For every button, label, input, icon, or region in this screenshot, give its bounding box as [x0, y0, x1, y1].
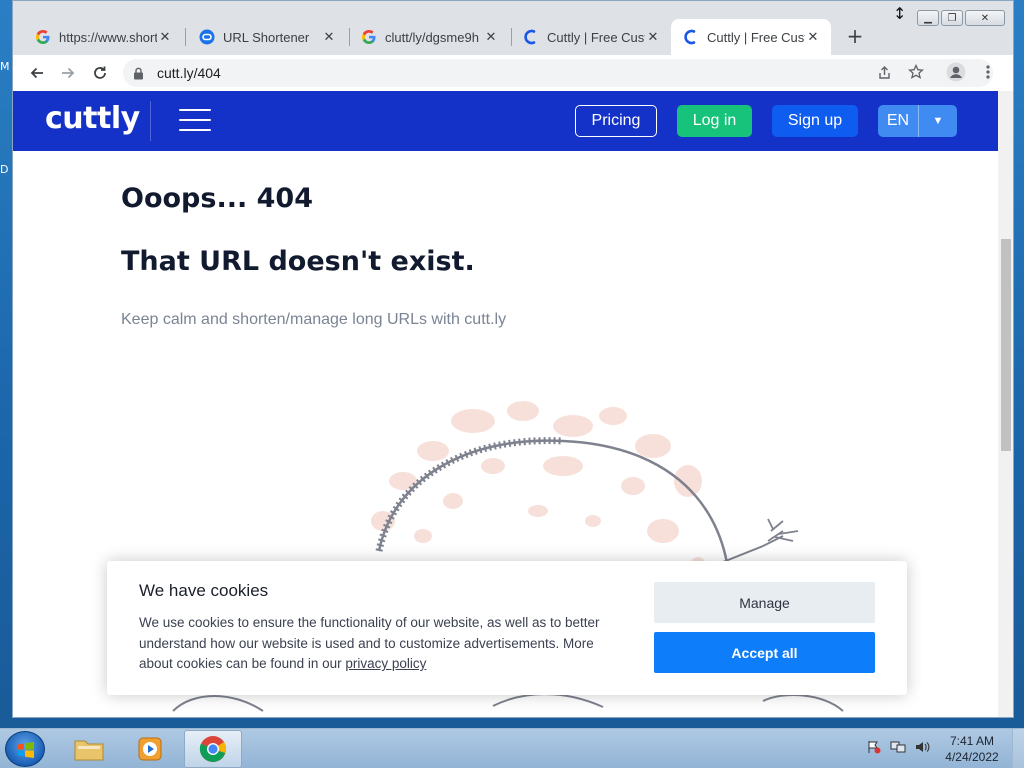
language-selector[interactable]: EN ▼ [878, 105, 957, 137]
tab-url-shortener[interactable]: URL Shortener ✕ [187, 19, 347, 55]
manage-cookies-button[interactable]: Manage [654, 582, 875, 623]
error-heading: Ooops... 404 [121, 183, 313, 214]
back-button[interactable] [25, 61, 49, 85]
back-arrow-icon [30, 67, 43, 79]
scrollbar-thumb[interactable] [1001, 239, 1011, 451]
profile-avatar-icon[interactable] [945, 61, 967, 83]
close-tab-icon[interactable]: ✕ [321, 30, 337, 45]
cuttly-icon [523, 29, 539, 45]
reload-icon [94, 66, 106, 79]
tab-separator [185, 28, 186, 46]
tab-title: Cuttly | Free Custo [707, 29, 805, 45]
close-window-button[interactable]: ✕ [965, 10, 1005, 26]
clock-date: 4/24/2022 [945, 750, 999, 764]
header-divider [150, 101, 151, 141]
close-tab-icon[interactable]: ✕ [483, 30, 499, 45]
error-subtext: Keep calm and shorten/manage long URLs w… [121, 311, 507, 328]
pricing-button[interactable]: Pricing [575, 105, 657, 137]
minimize-button[interactable]: ▁ [917, 10, 939, 26]
cookie-banner: We have cookies We use cookies to ensure… [107, 561, 907, 695]
close-tab-icon[interactable]: ✕ [805, 30, 821, 45]
chrome-icon [199, 736, 226, 762]
google-g-icon [35, 29, 51, 45]
accept-all-button[interactable]: Accept all [654, 632, 875, 673]
caret-down-icon[interactable]: ▼ [918, 105, 957, 137]
start-button[interactable] [5, 731, 45, 767]
media-player-icon [138, 737, 162, 761]
tab-title: URL Shortener [223, 29, 310, 45]
tab-title: clutt/ly/dgsme9h [385, 29, 479, 45]
resize-cursor-icon: ↕ [893, 4, 907, 23]
close-tab-icon[interactable]: ✕ [645, 30, 661, 45]
windows-logo-icon [18, 742, 34, 758]
site-header: cuttly Pricing Log in Sign up EN ▼ [13, 91, 998, 151]
folder-icon [74, 740, 104, 761]
tab-title: https://www.shorte [59, 29, 157, 45]
language-code: EN [886, 112, 910, 129]
tab-clutt-ly[interactable]: clutt/ly/dgsme9h ✕ [349, 19, 509, 55]
tab-google-shorte[interactable]: https://www.shorte ✕ [23, 19, 183, 55]
browser-window: https://www.shorte ✕ URL Shortener ✕ clu… [12, 0, 1014, 718]
volume-icon[interactable] [914, 739, 930, 755]
lock-icon[interactable] [133, 67, 147, 80]
tab-cuttly-active[interactable]: Cuttly | Free Custo ✕ [671, 19, 831, 55]
cuttly-logo[interactable]: cuttly [45, 101, 140, 136]
action-center-flag-icon[interactable] [866, 739, 882, 755]
forward-button[interactable] [56, 61, 80, 85]
url-text: cutt.ly/404 [157, 65, 221, 81]
file-explorer-taskbar-button[interactable] [60, 730, 118, 768]
taskbar: 7:41 AM 4/24/2022 [0, 728, 1024, 768]
kebab-menu-icon[interactable] [977, 61, 999, 83]
google-g-icon [361, 29, 377, 45]
page-content: cuttly Pricing Log in Sign up EN ▼ Ooops… [13, 91, 998, 717]
url-shortener-icon [199, 29, 215, 45]
clock-time: 7:41 AM [949, 734, 995, 748]
maximize-button[interactable]: ❐ [941, 10, 963, 26]
signup-button[interactable]: Sign up [772, 105, 858, 137]
browser-toolbar: cutt.ly/404 [13, 55, 1013, 91]
reload-button[interactable] [88, 61, 112, 85]
tab-cuttly-1[interactable]: Cuttly | Free Custo ✕ [511, 19, 671, 55]
media-player-taskbar-button[interactable] [121, 730, 179, 768]
hamburger-menu-icon[interactable] [179, 109, 211, 133]
tab-strip: https://www.shorte ✕ URL Shortener ✕ clu… [13, 1, 1013, 55]
login-button[interactable]: Log in [677, 105, 752, 137]
desktop-icon-label-fragment: M [0, 60, 10, 73]
close-tab-icon[interactable]: ✕ [157, 30, 173, 45]
show-desktop-button[interactable] [1012, 729, 1024, 768]
system-tray [866, 739, 930, 755]
privacy-policy-link[interactable]: privacy policy [345, 656, 426, 671]
share-icon[interactable] [873, 61, 895, 83]
cookie-text: We use cookies to ensure the functionali… [139, 613, 619, 675]
system-clock[interactable]: 7:41 AM 4/24/2022 [940, 733, 1004, 765]
window-controls: ▁ ❐ ✕ [917, 10, 1005, 26]
bookmark-star-icon[interactable] [905, 61, 927, 83]
chrome-taskbar-button[interactable] [184, 730, 242, 768]
tab-title: Cuttly | Free Custo [547, 29, 645, 45]
error-message: That URL doesn't exist. [121, 246, 475, 277]
vertical-scrollbar[interactable] [998, 91, 1013, 717]
desktop-icon-label-fragment: D [0, 163, 9, 176]
network-icon[interactable] [890, 739, 906, 755]
address-bar[interactable]: cutt.ly/404 [123, 59, 993, 87]
cookie-title: We have cookies [139, 581, 269, 600]
new-tab-button[interactable]: + [843, 25, 867, 47]
cuttly-icon [683, 29, 699, 45]
forward-arrow-icon [62, 67, 75, 79]
